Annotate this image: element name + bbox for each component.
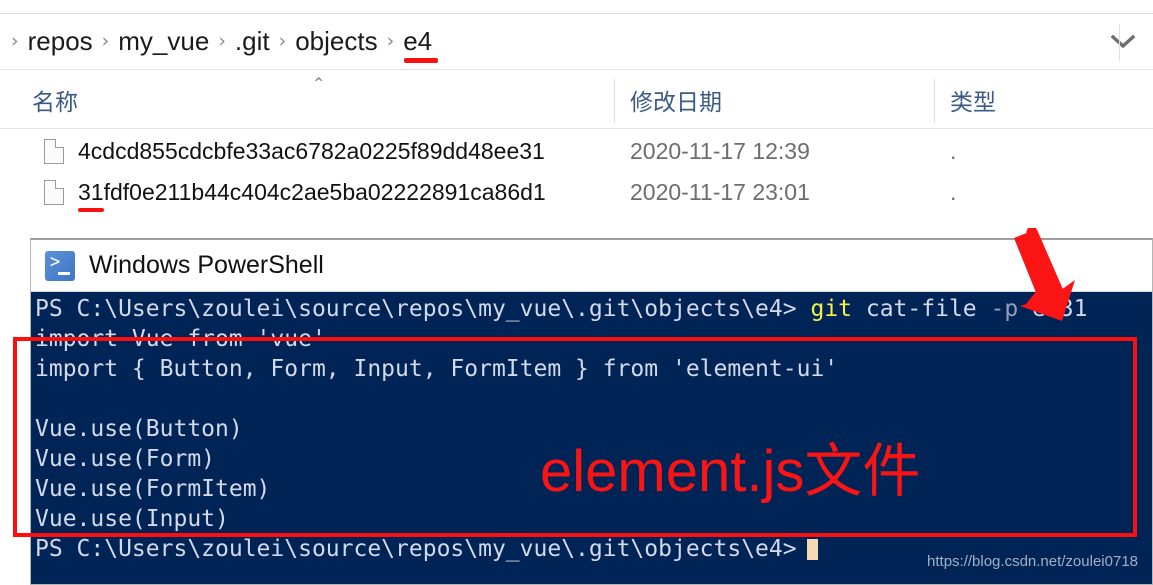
- console-output-line: import Vue from 'vue': [35, 326, 326, 352]
- column-header-date-modified[interactable]: 修改日期: [630, 71, 722, 129]
- column-divider-1[interactable]: [614, 79, 615, 123]
- file-type: .: [950, 138, 957, 164]
- address-bar-divider: [1119, 24, 1120, 61]
- breadcrumb-separator-0: ›: [11, 30, 19, 52]
- explorer-address-bar[interactable]: › repos › my_vue › .git › objects › e4: [0, 14, 1153, 70]
- column-header-type-label: 类型: [950, 89, 996, 115]
- powershell-icon-prompt-glyph: >: [50, 250, 61, 273]
- breadcrumb-item-e4[interactable]: e4: [403, 27, 439, 63]
- file-name[interactable]: 31fdf0e211b44c404c2ae5ba02222891ca86d1: [78, 179, 546, 212]
- breadcrumb-separator-3: ›: [278, 30, 287, 52]
- console-space-1: [797, 296, 811, 322]
- screenshot-root: › repos › my_vue › .git › objects › e4 ⌃…: [0, 0, 1153, 585]
- powershell-icon-underscore-glyph: [58, 271, 70, 275]
- console-prompt-path: PS C:\Users\zoulei\source\repos\my_vue\.…: [35, 296, 797, 322]
- window-top-edge: [0, 0, 1153, 14]
- console-prompt-line: PS C:\Users\zoulei\source\repos\my_vue\.…: [35, 294, 1152, 324]
- console-final-prompt-path: PS C:\Users\zoulei\source\repos\my_vue\.…: [35, 536, 797, 562]
- file-icon: [44, 180, 64, 205]
- breadcrumb-item-git[interactable]: .git: [235, 27, 270, 56]
- file-date-modified: 2020-11-17 23:01: [630, 179, 810, 205]
- powershell-title-text: Windows PowerShell: [89, 251, 324, 279]
- powershell-window[interactable]: > Windows PowerShell PS C:\Users\zoulei\…: [30, 238, 1153, 585]
- console-command-name: git: [810, 296, 853, 322]
- file-type: .: [950, 179, 957, 205]
- breadcrumb-separator-1: ›: [101, 30, 110, 52]
- console-output-line: import { Button, Form, Input, FormItem }…: [35, 356, 839, 382]
- table-row[interactable]: 31fdf0e211b44c404c2ae5ba02222891ca86d1 2…: [0, 172, 1153, 213]
- file-icon: [44, 139, 64, 164]
- file-date-modified: 2020-11-17 12:39: [630, 138, 810, 164]
- breadcrumb-item-repos[interactable]: repos: [28, 27, 93, 56]
- column-divider-2[interactable]: [934, 79, 935, 123]
- breadcrumb-item-my_vue[interactable]: my_vue: [118, 27, 209, 56]
- column-header-row: ⌃ 名称 修改日期 类型: [0, 71, 1153, 129]
- table-row[interactable]: 4cdcd855cdcbfe33ac6782a0225f89dd48ee31 2…: [0, 131, 1153, 172]
- column-header-type[interactable]: 类型: [950, 71, 996, 129]
- file-list: 4cdcd855cdcbfe33ac6782a0225f89dd48ee31 2…: [0, 131, 1153, 213]
- column-header-name-label: 名称: [32, 89, 78, 115]
- chevron-down-icon[interactable]: [1093, 34, 1153, 50]
- sort-ascending-icon: ⌃: [312, 76, 326, 93]
- column-header-name[interactable]: 名称: [32, 71, 78, 129]
- powershell-icon: >: [45, 250, 75, 281]
- annotation-down-arrow-icon: [1012, 226, 1092, 323]
- breadcrumb-item-objects[interactable]: objects: [295, 27, 377, 56]
- breadcrumb[interactable]: › repos › my_vue › .git › objects › e4: [0, 27, 1093, 63]
- watermark-text: https://blog.csdn.net/zoulei0718: [927, 553, 1138, 570]
- console-cursor: [806, 539, 818, 560]
- breadcrumb-separator-4: ›: [386, 30, 395, 52]
- console-output-line: Vue.use(Input): [35, 506, 229, 532]
- column-header-date-label: 修改日期: [630, 89, 722, 115]
- file-name[interactable]: 4cdcd855cdcbfe33ac6782a0225f89dd48ee31: [78, 138, 545, 165]
- breadcrumb-separator-2: ›: [218, 30, 226, 52]
- console-command-args: cat-file: [852, 296, 991, 322]
- powershell-title-bar[interactable]: > Windows PowerShell: [31, 240, 1152, 292]
- annotation-label: element.js文件: [540, 439, 921, 504]
